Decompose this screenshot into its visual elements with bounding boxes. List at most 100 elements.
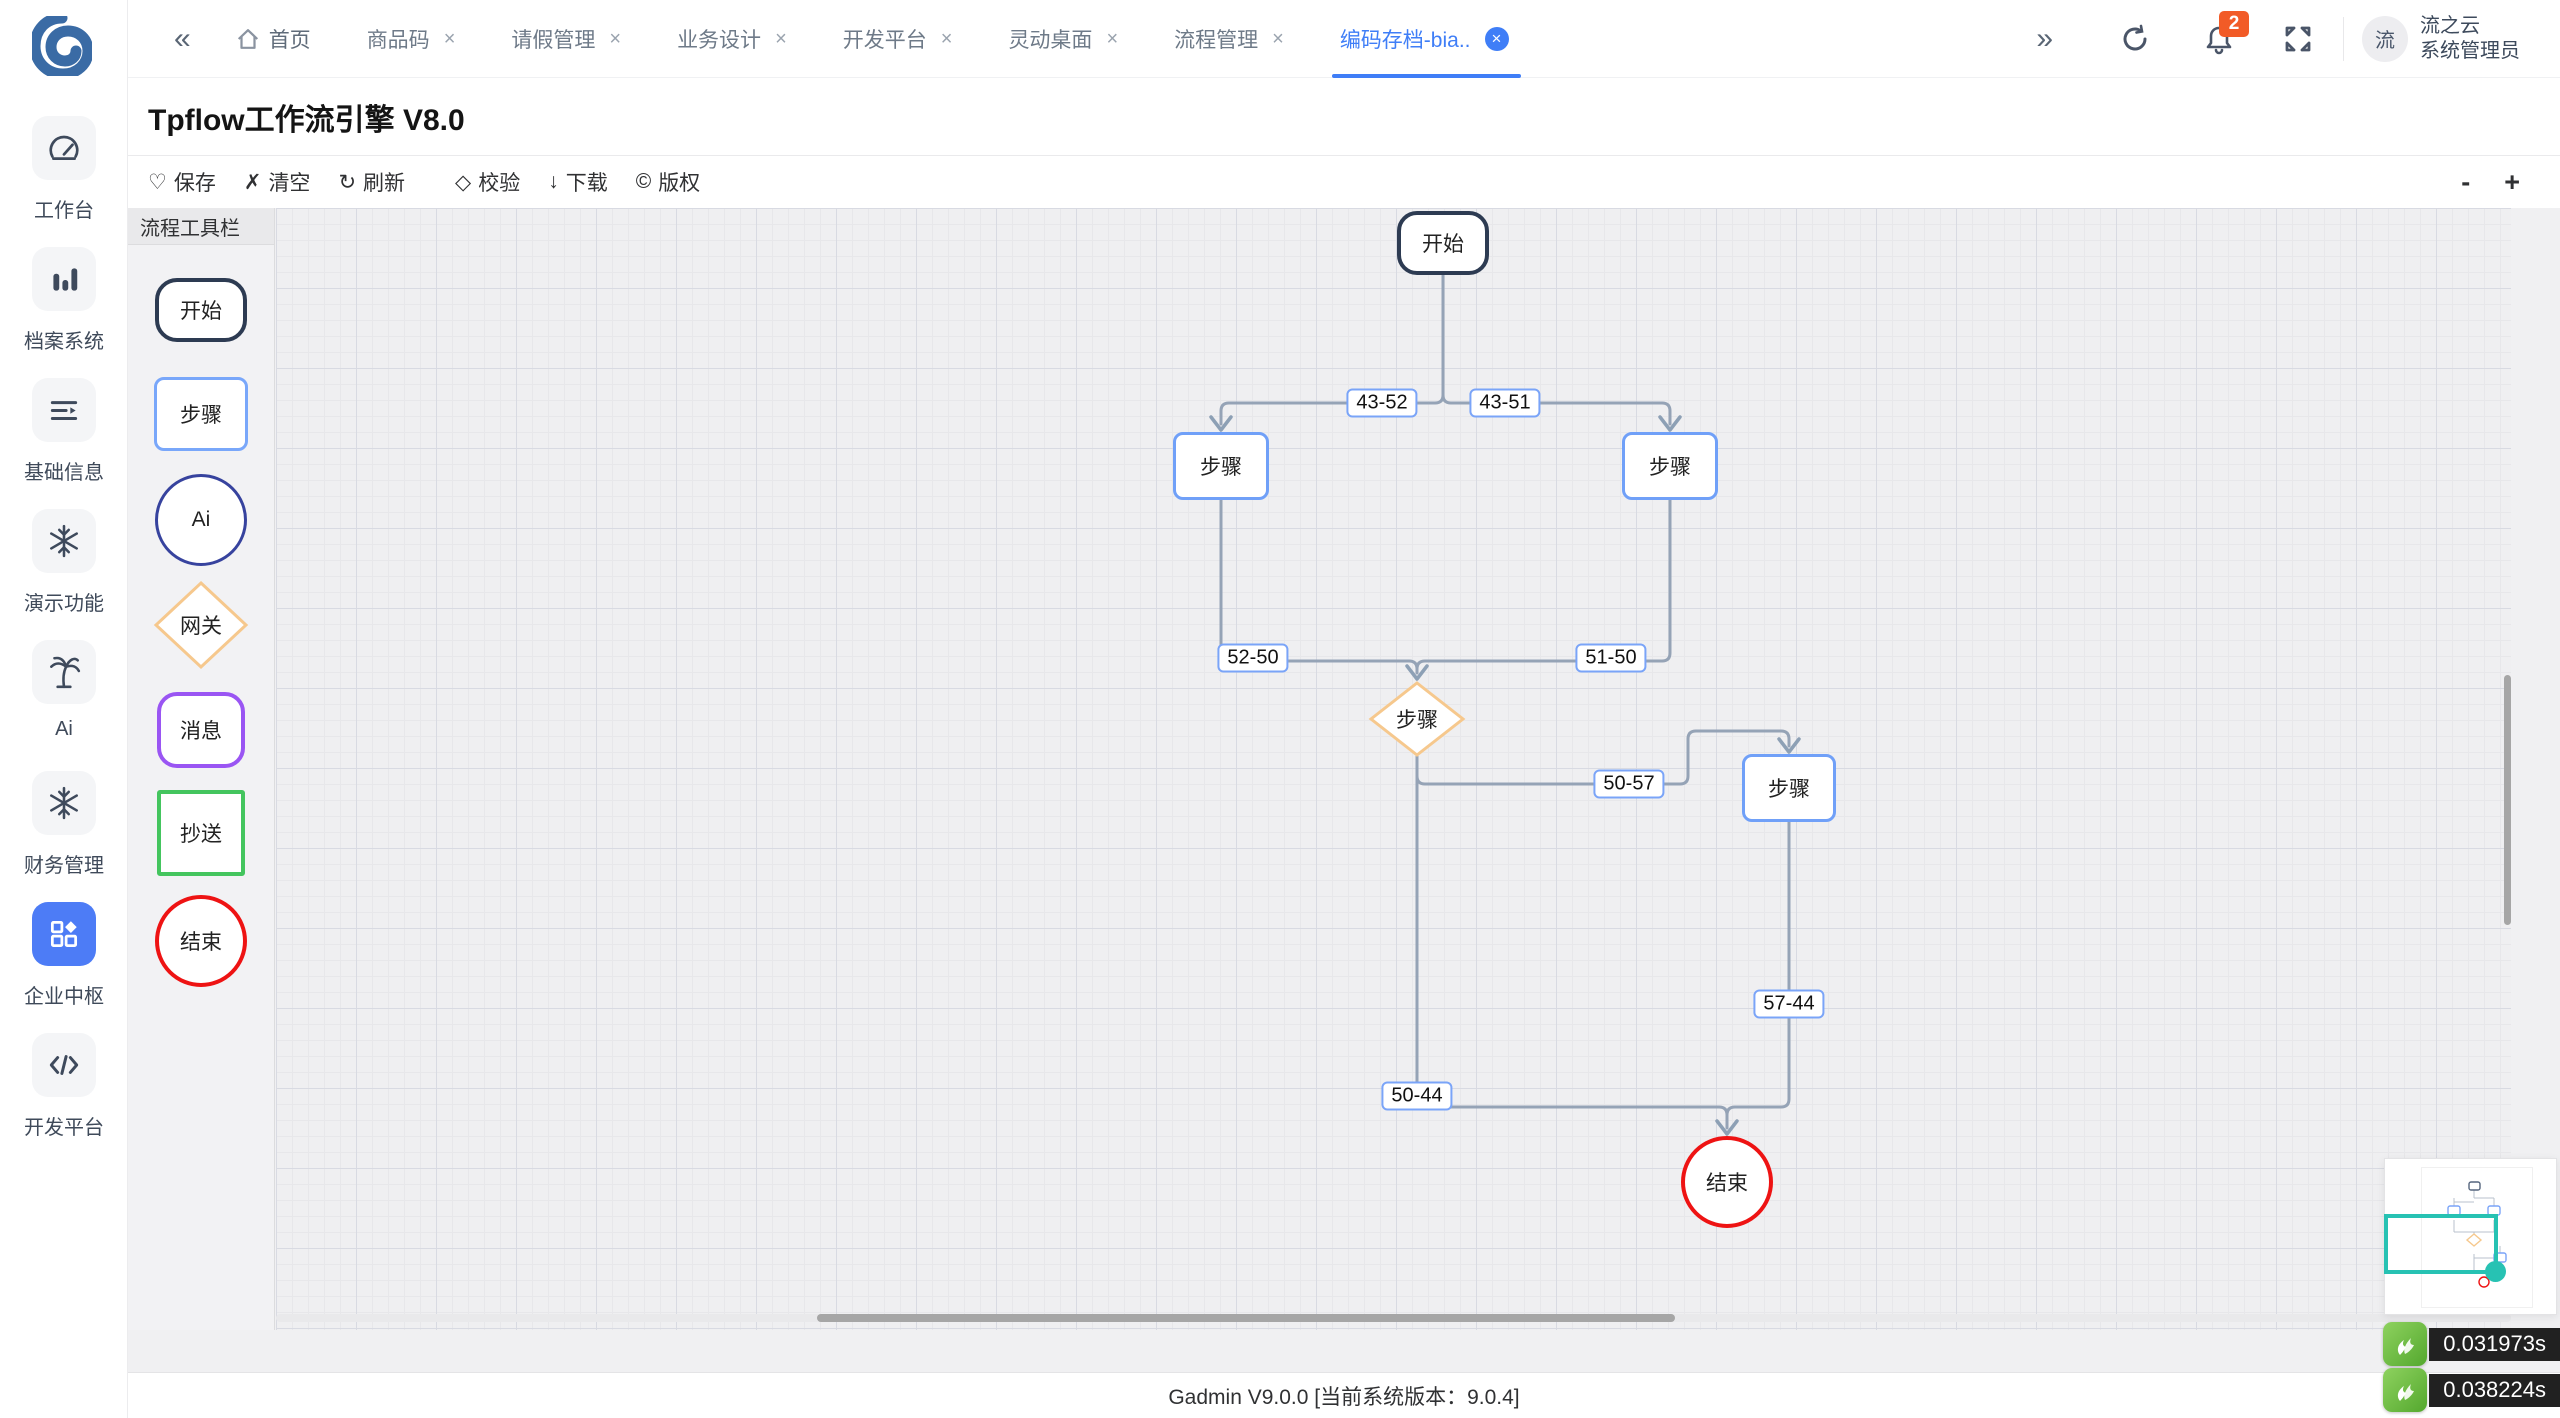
refresh-label: 刷新 xyxy=(363,167,405,197)
user-menu[interactable]: 流之云 系统管理员 xyxy=(2420,14,2520,64)
sidebar-item-workbench[interactable]: 工作台 xyxy=(0,116,128,247)
snowflake-icon xyxy=(32,509,96,573)
sidebar-menu: 工作台 档案系统 基础信息 xyxy=(0,116,128,1164)
palette-item-end[interactable]: 结束 xyxy=(155,895,247,987)
palette-item-start[interactable]: 开始 xyxy=(155,278,247,342)
tab-goods-code[interactable]: 商品码 × xyxy=(367,0,456,78)
refresh-page-icon[interactable] xyxy=(2119,23,2151,55)
validate-button[interactable]: ◇ 校验 xyxy=(455,167,520,197)
perf-badge-row-2: 0.038224s xyxy=(2383,1368,2560,1412)
tab-label: 业务设计 xyxy=(677,24,761,54)
sidebar-item-enterprise-hub[interactable]: 企业中枢 xyxy=(0,902,128,1033)
edge-57-44 xyxy=(1727,822,1789,1115)
zoom-in-button[interactable]: + xyxy=(2504,169,2520,196)
profiler-flame-icon[interactable] xyxy=(2383,1368,2427,1412)
list-icon xyxy=(32,378,96,442)
clear-button[interactable]: ✗ 清空 xyxy=(244,167,311,197)
download-icon: ↓ xyxy=(548,170,559,194)
flow-node-start[interactable]: 开始 xyxy=(1397,211,1489,275)
palette-item-label: 网关 xyxy=(153,580,249,670)
flow-node-step-left[interactable]: 步骤 xyxy=(1173,432,1269,500)
flow-canvas[interactable]: 开始 步骤 步骤 步骤 步骤 结束 43-52 43-51 52-50 51-5… xyxy=(276,208,2511,1330)
horizontal-scrollbar-thumb[interactable] xyxy=(817,1314,1675,1322)
x-icon: ✗ xyxy=(244,170,262,195)
minimap-viewport[interactable] xyxy=(2384,1214,2498,1274)
palette-item-cc[interactable]: 抄送 xyxy=(157,790,245,876)
tab-label: 首页 xyxy=(269,24,311,54)
fullscreen-icon[interactable] xyxy=(2283,24,2313,54)
download-button[interactable]: ↓ 下载 xyxy=(548,167,608,197)
edge-label-50-57[interactable]: 50-57 xyxy=(1593,770,1664,799)
sidebar-item-ai[interactable]: Ai xyxy=(0,640,128,771)
flow-node-gateway[interactable]: 步骤 xyxy=(1368,681,1466,757)
tab-label: 开发平台 xyxy=(843,24,927,54)
snowflake-icon xyxy=(32,771,96,835)
edge-label-52-50[interactable]: 52-50 xyxy=(1217,644,1288,673)
brand-logo-icon[interactable] xyxy=(32,16,92,76)
tab-home[interactable]: 首页 xyxy=(235,0,311,78)
close-active-tab-icon[interactable]: × xyxy=(1485,27,1509,51)
page-header: Tpflow工作流引擎 V8.0 xyxy=(128,78,2560,156)
collapse-tabs-icon[interactable]: « xyxy=(174,24,191,54)
sidebar-item-base-info[interactable]: 基础信息 xyxy=(0,378,128,509)
flow-node-step-bottom[interactable]: 步骤 xyxy=(1742,754,1836,822)
palette-item-message[interactable]: 消息 xyxy=(157,692,245,768)
sidebar-item-finance[interactable]: 财务管理 xyxy=(0,771,128,902)
bar-chart-icon xyxy=(32,247,96,311)
tab-leave-mgmt[interactable]: 请假管理 × xyxy=(511,0,621,78)
tab-flow-mgmt[interactable]: 流程管理 × xyxy=(1174,0,1284,78)
flow-node-label: 步骤 xyxy=(1368,681,1466,757)
tab-bar: « 首页 商品码 × 请假管理 × 业务设计 × xyxy=(128,0,2560,78)
close-tab-icon[interactable]: × xyxy=(775,29,787,49)
tab-desktop[interactable]: 灵动桌面 × xyxy=(1008,0,1118,78)
system-version-text: Gadmin V9.0.0 [当前系统版本：9.0.4] xyxy=(1168,1381,1519,1411)
profiler-flame-icon[interactable] xyxy=(2383,1322,2427,1366)
user-avatar[interactable]: 流 xyxy=(2362,16,2408,62)
sidebar-item-archive[interactable]: 档案系统 xyxy=(0,247,128,378)
close-tab-icon[interactable]: × xyxy=(941,29,953,49)
more-tabs-icon[interactable]: » xyxy=(2036,24,2053,54)
close-tab-icon[interactable]: × xyxy=(609,29,621,49)
gauge-icon xyxy=(32,116,96,180)
close-tab-icon[interactable]: × xyxy=(1106,29,1118,49)
tab-dev-platform[interactable]: 开发平台 × xyxy=(843,0,953,78)
heart-icon: ♡ xyxy=(148,170,167,195)
tabbar-right-controls: » 2 xyxy=(2036,14,2520,64)
refresh-button[interactable]: ↻ 刷新 xyxy=(338,167,405,197)
notifications-bell-icon[interactable]: 2 xyxy=(2203,23,2235,55)
palette-item-ai[interactable]: Ai xyxy=(155,474,247,566)
validate-label: 校验 xyxy=(478,167,520,197)
zoom-out-button[interactable]: - xyxy=(2461,169,2470,196)
edge-label-43-52[interactable]: 43-52 xyxy=(1346,389,1417,418)
palette-item-gateway[interactable]: 网关 xyxy=(153,580,249,670)
code-icon xyxy=(32,1033,96,1097)
home-icon xyxy=(235,26,261,52)
grid-icon xyxy=(32,902,96,966)
tab-label: 商品码 xyxy=(367,24,430,54)
app-sidebar: 工作台 档案系统 基础信息 xyxy=(0,0,128,1418)
minimap[interactable] xyxy=(2384,1158,2557,1315)
sidebar-item-label: Ai xyxy=(55,718,73,741)
flow-node-step-right[interactable]: 步骤 xyxy=(1622,432,1718,500)
tab-biz-design[interactable]: 业务设计 × xyxy=(677,0,787,78)
download-label: 下载 xyxy=(566,167,608,197)
tab-encoding-archive[interactable]: 编码存档-bia.. × xyxy=(1340,0,1509,78)
vertical-scrollbar-thumb[interactable] xyxy=(2504,675,2511,925)
flow-node-end[interactable]: 结束 xyxy=(1681,1136,1773,1228)
copyright-button[interactable]: © 版权 xyxy=(636,167,700,197)
edge-label-43-51[interactable]: 43-51 xyxy=(1469,389,1540,418)
edge-label-57-44[interactable]: 57-44 xyxy=(1753,990,1824,1019)
zoom-controls: - + xyxy=(2461,169,2520,196)
flow-edges-layer xyxy=(276,208,2511,1330)
edge-label-50-44[interactable]: 50-44 xyxy=(1381,1082,1452,1111)
sidebar-item-dev-platform[interactable]: 开发平台 xyxy=(0,1033,128,1164)
palette-item-step[interactable]: 步骤 xyxy=(154,377,248,451)
close-tab-icon[interactable]: × xyxy=(1272,29,1284,49)
close-tab-icon[interactable]: × xyxy=(444,29,456,49)
diamond-icon: ◇ xyxy=(455,170,471,195)
sidebar-item-demo[interactable]: 演示功能 xyxy=(0,509,128,640)
save-button[interactable]: ♡ 保存 xyxy=(148,167,216,197)
sidebar-item-label: 企业中枢 xyxy=(24,980,104,1009)
minimap-resize-handle[interactable] xyxy=(2485,1261,2506,1282)
edge-label-51-50[interactable]: 51-50 xyxy=(1575,644,1646,673)
